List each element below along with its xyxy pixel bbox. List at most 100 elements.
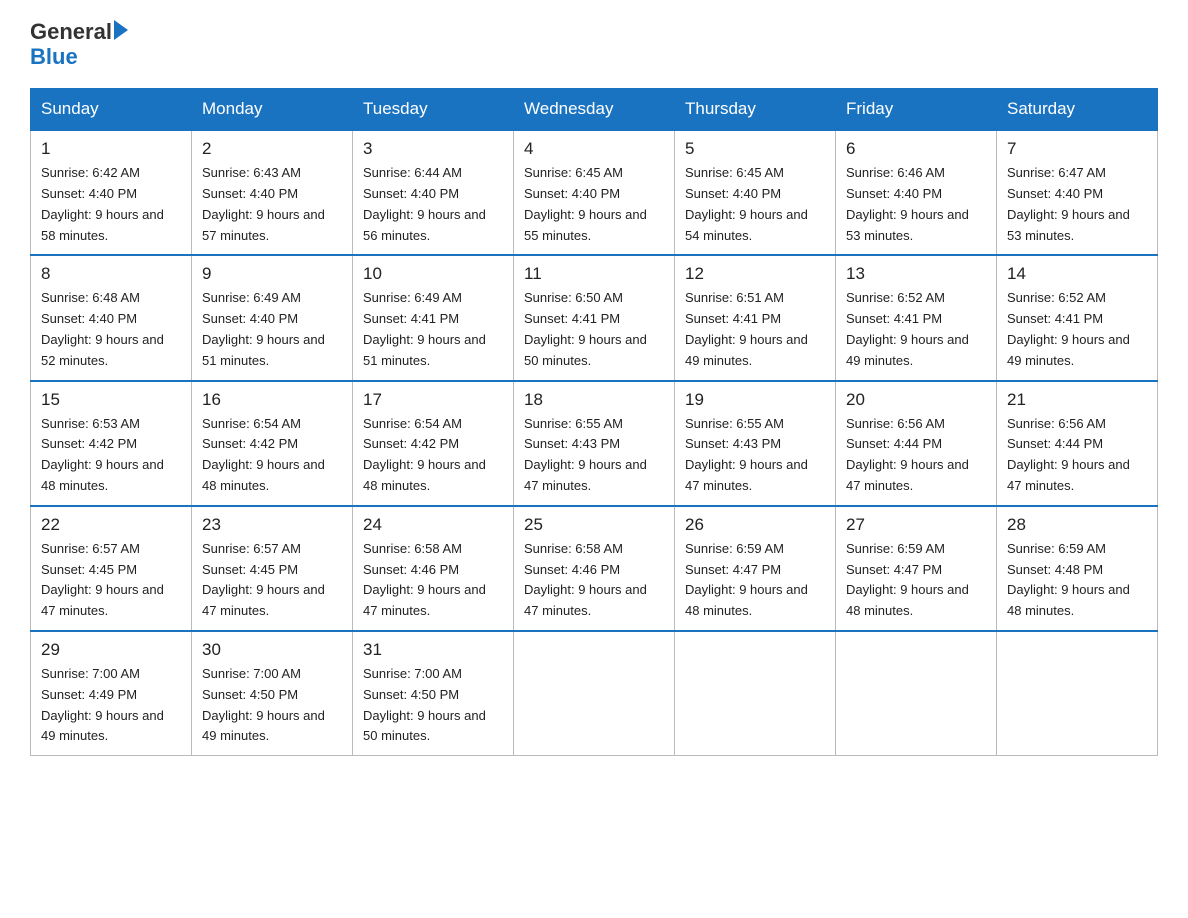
day-info: Sunrise: 7:00 AMSunset: 4:50 PMDaylight:… — [363, 664, 503, 747]
day-info: Sunrise: 6:59 AMSunset: 4:47 PMDaylight:… — [685, 539, 825, 622]
day-cell-5: 5 Sunrise: 6:45 AMSunset: 4:40 PMDaylight… — [675, 130, 836, 255]
day-info: Sunrise: 6:59 AMSunset: 4:48 PMDaylight:… — [1007, 539, 1147, 622]
day-cell-7: 7Sunrise: 6:47 AMSunset: 4:40 PMDaylight… — [997, 130, 1158, 255]
day-number: 13 — [846, 264, 986, 284]
day-number: 19 — [685, 390, 825, 410]
day-number: 27 — [846, 515, 986, 535]
day-cell-10: 10 Sunrise: 6:49 AMSunset: 4:41 PMDayligh… — [353, 255, 514, 380]
day-number: 3 — [363, 139, 503, 159]
weekday-header-monday: Monday — [192, 89, 353, 131]
day-cell-23: 23 Sunrise: 6:57 AMSunset: 4:45 PMDayligh… — [192, 506, 353, 631]
weekday-header-wednesday: Wednesday — [514, 89, 675, 131]
day-info: Sunrise: 6:58 AMSunset: 4:46 PMDaylight:… — [363, 539, 503, 622]
weekday-header-thursday: Thursday — [675, 89, 836, 131]
day-number: 29 — [41, 640, 181, 660]
week-row-5: 29 Sunrise: 7:00 AMSunset: 4:49 PMDayligh… — [31, 631, 1158, 756]
day-cell-30: 30 Sunrise: 7:00 AMSunset: 4:50 PMDayligh… — [192, 631, 353, 756]
day-number: 7 — [1007, 139, 1147, 159]
day-number: 18 — [524, 390, 664, 410]
day-info: Sunrise: 6:50 AMSunset: 4:41 PMDaylight:… — [524, 288, 664, 371]
day-number: 1 — [41, 139, 181, 159]
day-cell-27: 27 Sunrise: 6:59 AMSunset: 4:47 PMDayligh… — [836, 506, 997, 631]
day-cell-2: 2 Sunrise: 6:43 AMSunset: 4:40 PMDaylight… — [192, 130, 353, 255]
day-cell-21: 21 Sunrise: 6:56 AMSunset: 4:44 PMDayligh… — [997, 381, 1158, 506]
day-info: Sunrise: 6:56 AMSunset: 4:44 PMDaylight:… — [846, 414, 986, 497]
day-number: 26 — [685, 515, 825, 535]
day-number: 20 — [846, 390, 986, 410]
day-info: Sunrise: 6:44 AMSunset: 4:40 PMDaylight:… — [363, 163, 503, 246]
day-cell-12: 12 Sunrise: 6:51 AMSunset: 4:41 PMDayligh… — [675, 255, 836, 380]
empty-cell — [836, 631, 997, 756]
day-info: Sunrise: 7:00 AMSunset: 4:49 PMDaylight:… — [41, 664, 181, 747]
day-cell-19: 19 Sunrise: 6:55 AMSunset: 4:43 PMDayligh… — [675, 381, 836, 506]
day-cell-24: 24Sunrise: 6:58 AMSunset: 4:46 PMDayligh… — [353, 506, 514, 631]
day-cell-4: 4 Sunrise: 6:45 AMSunset: 4:40 PMDaylight… — [514, 130, 675, 255]
weekday-header-tuesday: Tuesday — [353, 89, 514, 131]
day-info: Sunrise: 6:55 AMSunset: 4:43 PMDaylight:… — [524, 414, 664, 497]
weekday-header-friday: Friday — [836, 89, 997, 131]
day-info: Sunrise: 6:45 AMSunset: 4:40 PMDaylight:… — [524, 163, 664, 246]
empty-cell — [514, 631, 675, 756]
day-number: 2 — [202, 139, 342, 159]
day-number: 23 — [202, 515, 342, 535]
day-info: Sunrise: 6:57 AMSunset: 4:45 PMDaylight:… — [41, 539, 181, 622]
day-number: 8 — [41, 264, 181, 284]
day-info: Sunrise: 6:51 AMSunset: 4:41 PMDaylight:… — [685, 288, 825, 371]
day-cell-20: 20 Sunrise: 6:56 AMSunset: 4:44 PMDayligh… — [836, 381, 997, 506]
day-cell-28: 28 Sunrise: 6:59 AMSunset: 4:48 PMDayligh… — [997, 506, 1158, 631]
day-cell-22: 22Sunrise: 6:57 AMSunset: 4:45 PMDayligh… — [31, 506, 192, 631]
week-row-4: 22Sunrise: 6:57 AMSunset: 4:45 PMDayligh… — [31, 506, 1158, 631]
day-number: 10 — [363, 264, 503, 284]
day-number: 4 — [524, 139, 664, 159]
day-number: 5 — [685, 139, 825, 159]
day-info: Sunrise: 6:52 AMSunset: 4:41 PMDaylight:… — [1007, 288, 1147, 371]
day-info: Sunrise: 6:53 AMSunset: 4:42 PMDaylight:… — [41, 414, 181, 497]
logo-text-blue: Blue — [30, 44, 128, 70]
day-cell-15: 15 Sunrise: 6:53 AMSunset: 4:42 PMDayligh… — [31, 381, 192, 506]
day-number: 25 — [524, 515, 664, 535]
day-info: Sunrise: 6:59 AMSunset: 4:47 PMDaylight:… — [846, 539, 986, 622]
day-number: 28 — [1007, 515, 1147, 535]
day-cell-26: 26 Sunrise: 6:59 AMSunset: 4:47 PMDayligh… — [675, 506, 836, 631]
day-info: Sunrise: 6:48 AMSunset: 4:40 PMDaylight:… — [41, 288, 181, 371]
day-info: Sunrise: 6:49 AMSunset: 4:41 PMDaylight:… — [363, 288, 503, 371]
day-info: Sunrise: 6:56 AMSunset: 4:44 PMDaylight:… — [1007, 414, 1147, 497]
weekday-header-saturday: Saturday — [997, 89, 1158, 131]
day-cell-17: 17Sunrise: 6:54 AMSunset: 4:42 PMDayligh… — [353, 381, 514, 506]
day-number: 21 — [1007, 390, 1147, 410]
day-cell-3: 3 Sunrise: 6:44 AMSunset: 4:40 PMDaylight… — [353, 130, 514, 255]
day-cell-16: 16Sunrise: 6:54 AMSunset: 4:42 PMDayligh… — [192, 381, 353, 506]
page-header: General Blue — [30, 20, 1158, 70]
day-number: 12 — [685, 264, 825, 284]
day-info: Sunrise: 6:45 AMSunset: 4:40 PMDaylight:… — [685, 163, 825, 246]
empty-cell — [997, 631, 1158, 756]
day-number: 6 — [846, 139, 986, 159]
logo-arrow-icon — [114, 20, 128, 40]
day-cell-14: 14Sunrise: 6:52 AMSunset: 4:41 PMDayligh… — [997, 255, 1158, 380]
week-row-2: 8 Sunrise: 6:48 AMSunset: 4:40 PMDaylight… — [31, 255, 1158, 380]
day-number: 15 — [41, 390, 181, 410]
week-row-1: 1 Sunrise: 6:42 AMSunset: 4:40 PMDaylight… — [31, 130, 1158, 255]
day-info: Sunrise: 6:55 AMSunset: 4:43 PMDaylight:… — [685, 414, 825, 497]
day-info: Sunrise: 6:57 AMSunset: 4:45 PMDaylight:… — [202, 539, 342, 622]
calendar-table: SundayMondayTuesdayWednesdayThursdayFrid… — [30, 88, 1158, 756]
day-info: Sunrise: 6:58 AMSunset: 4:46 PMDaylight:… — [524, 539, 664, 622]
logo-text-general: General — [30, 20, 112, 44]
week-row-3: 15 Sunrise: 6:53 AMSunset: 4:42 PMDayligh… — [31, 381, 1158, 506]
day-info: Sunrise: 7:00 AMSunset: 4:50 PMDaylight:… — [202, 664, 342, 747]
day-cell-13: 13 Sunrise: 6:52 AMSunset: 4:41 PMDayligh… — [836, 255, 997, 380]
day-number: 17 — [363, 390, 503, 410]
day-info: Sunrise: 6:49 AMSunset: 4:40 PMDaylight:… — [202, 288, 342, 371]
day-number: 30 — [202, 640, 342, 660]
day-cell-6: 6Sunrise: 6:46 AMSunset: 4:40 PMDaylight… — [836, 130, 997, 255]
day-cell-8: 8 Sunrise: 6:48 AMSunset: 4:40 PMDaylight… — [31, 255, 192, 380]
empty-cell — [675, 631, 836, 756]
day-info: Sunrise: 6:43 AMSunset: 4:40 PMDaylight:… — [202, 163, 342, 246]
weekday-header-row: SundayMondayTuesdayWednesdayThursdayFrid… — [31, 89, 1158, 131]
day-info: Sunrise: 6:42 AMSunset: 4:40 PMDaylight:… — [41, 163, 181, 246]
day-info: Sunrise: 6:52 AMSunset: 4:41 PMDaylight:… — [846, 288, 986, 371]
day-cell-9: 9 Sunrise: 6:49 AMSunset: 4:40 PMDaylight… — [192, 255, 353, 380]
day-cell-25: 25 Sunrise: 6:58 AMSunset: 4:46 PMDayligh… — [514, 506, 675, 631]
day-number: 11 — [524, 264, 664, 284]
day-number: 9 — [202, 264, 342, 284]
